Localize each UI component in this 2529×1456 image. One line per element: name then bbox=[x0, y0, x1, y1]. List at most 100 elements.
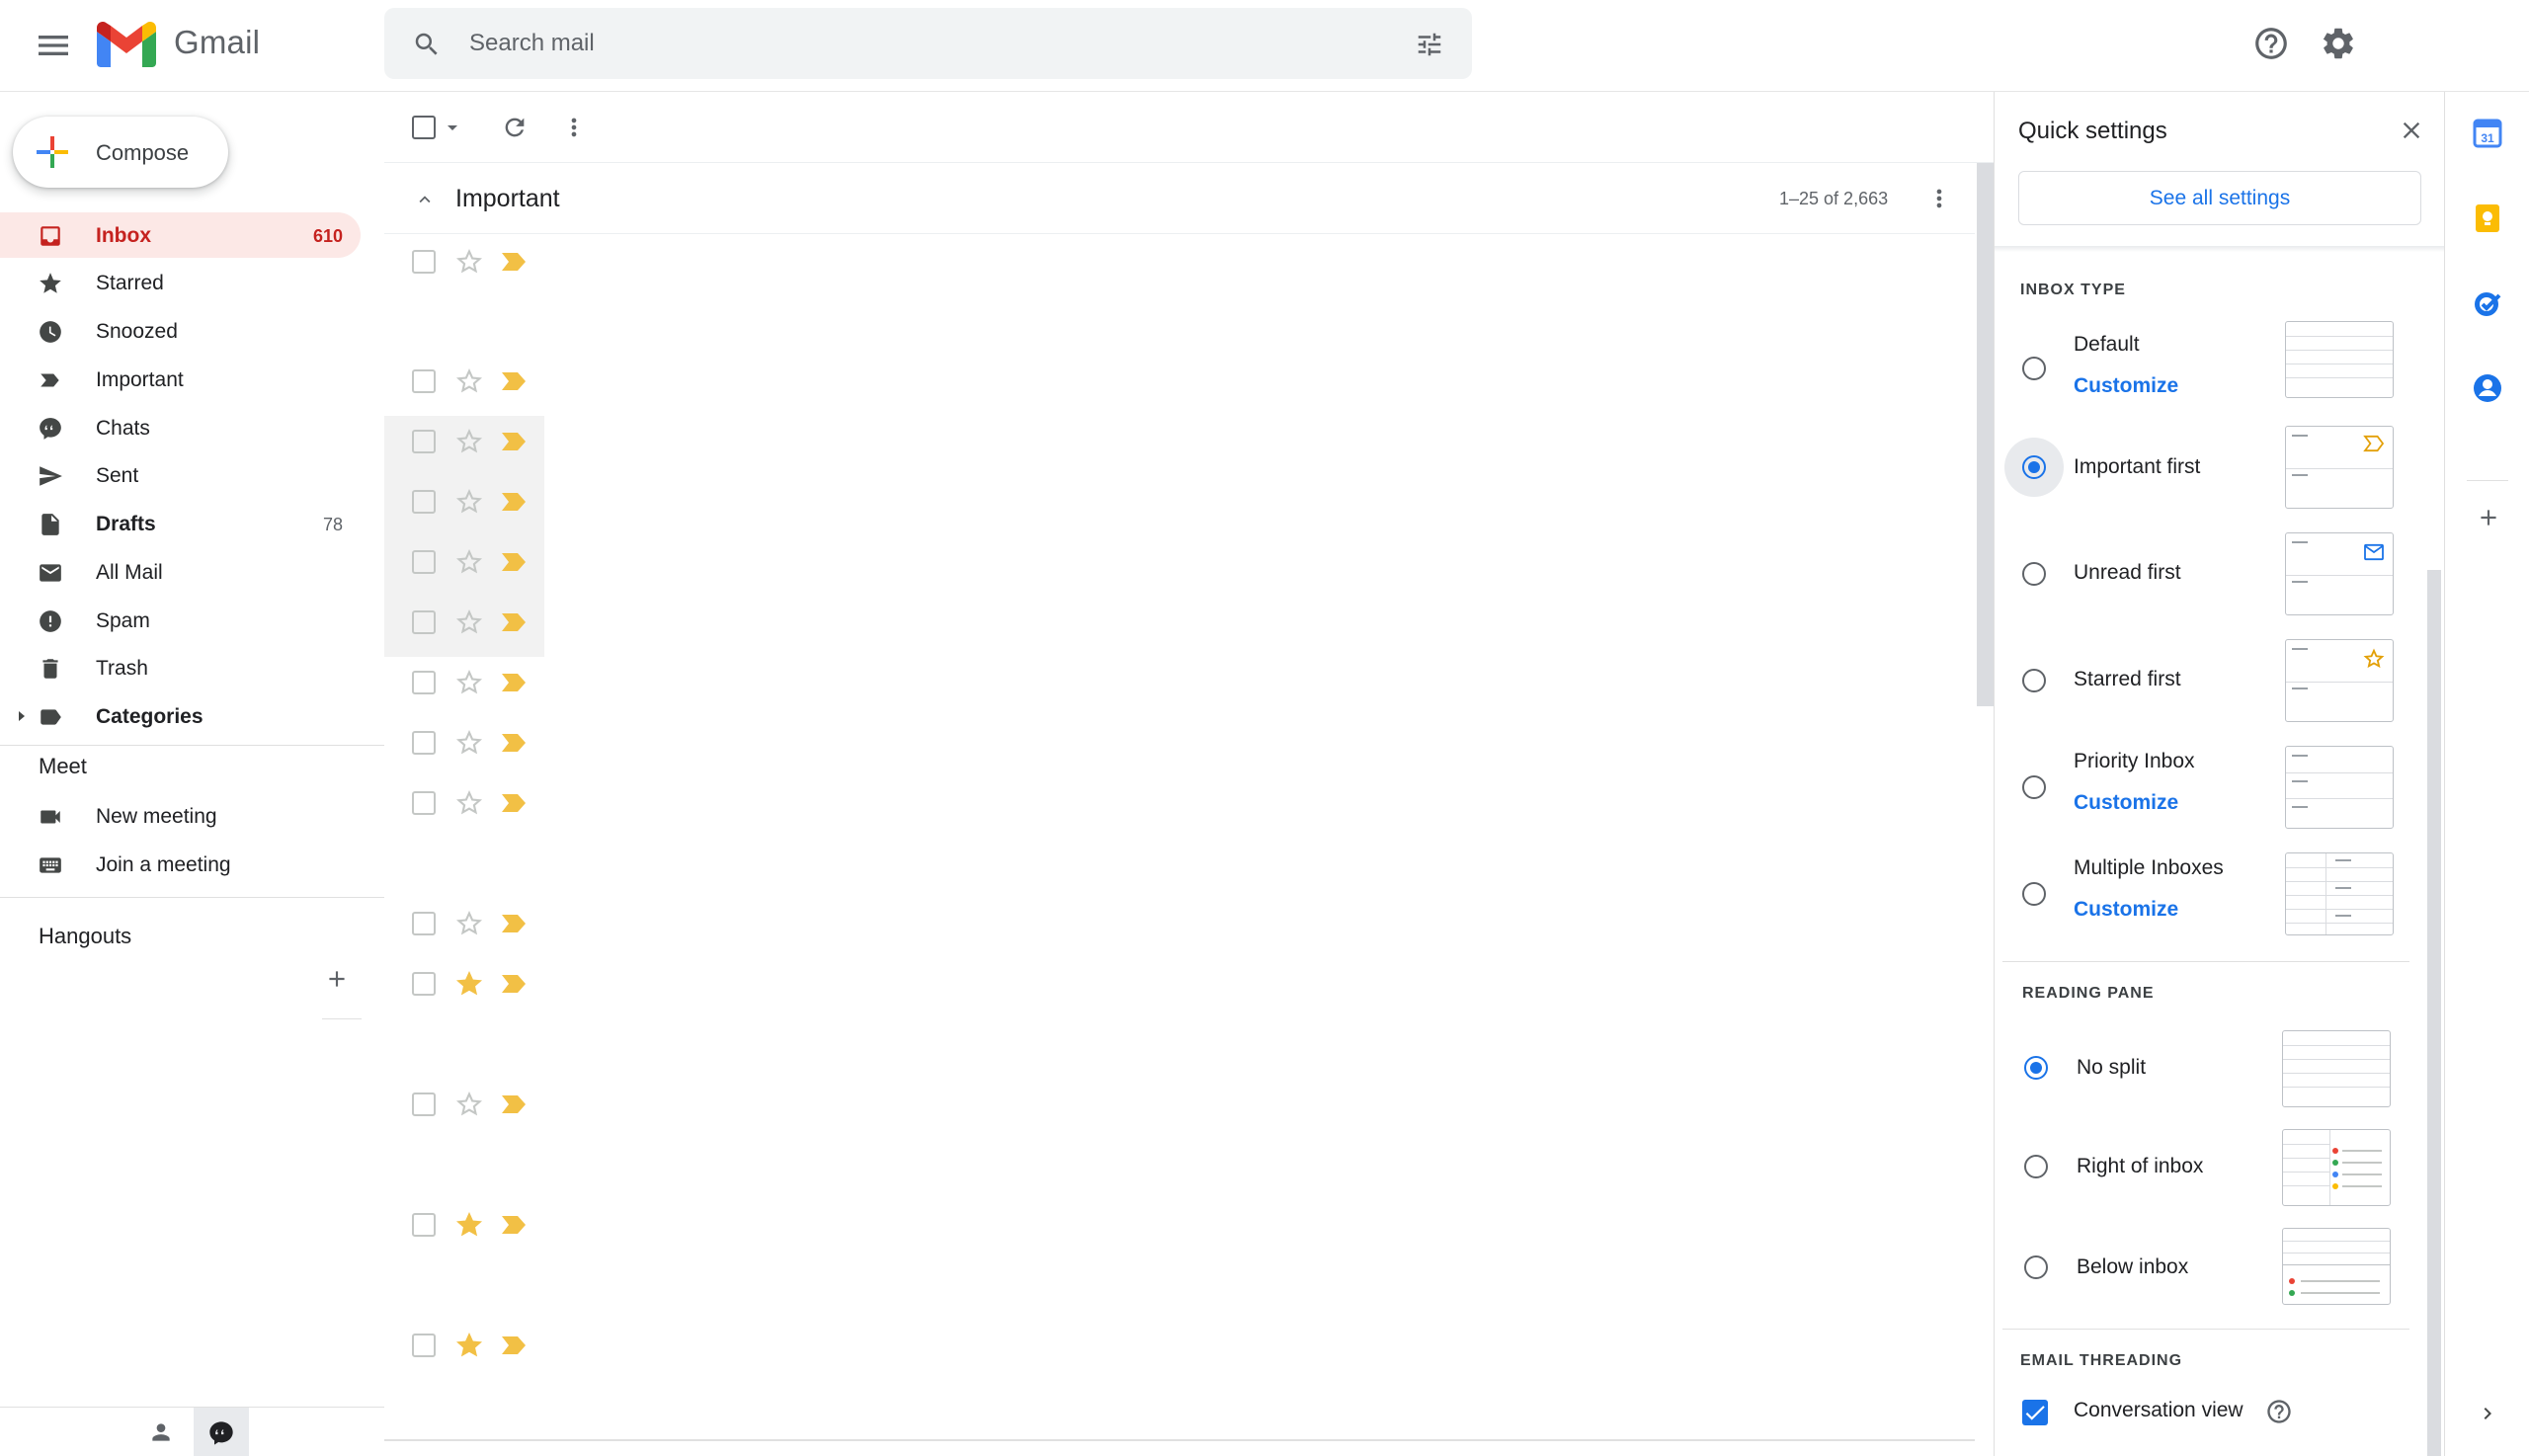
table-row[interactable] bbox=[384, 657, 544, 717]
star-icon[interactable] bbox=[455, 669, 483, 696]
tasks-icon[interactable] bbox=[2472, 287, 2503, 319]
important-marker-icon[interactable] bbox=[501, 733, 527, 753]
search-input[interactable]: Search mail bbox=[469, 30, 595, 57]
table-row[interactable] bbox=[384, 717, 544, 777]
row-checkbox[interactable] bbox=[412, 550, 436, 574]
sidebar-item-snoozed[interactable]: Snoozed bbox=[0, 308, 361, 354]
person-icon[interactable] bbox=[148, 1419, 174, 1445]
star-icon[interactable] bbox=[455, 1211, 483, 1239]
important-marker-icon[interactable] bbox=[501, 1094, 527, 1114]
sidebar-item-spam[interactable]: Spam bbox=[0, 598, 361, 643]
important-marker-icon[interactable] bbox=[501, 793, 527, 813]
radio-default[interactable] bbox=[2022, 357, 2046, 380]
important-marker-icon[interactable] bbox=[501, 1215, 527, 1235]
row-checkbox[interactable] bbox=[412, 731, 436, 755]
radio-starred-first[interactable] bbox=[2022, 669, 2046, 692]
sidebar-item-trash[interactable]: Trash bbox=[0, 645, 361, 690]
radio-below-inbox[interactable] bbox=[2024, 1255, 2048, 1279]
quick-settings-scrollbar[interactable] bbox=[2427, 570, 2441, 1456]
main-menu-button[interactable] bbox=[34, 26, 73, 65]
important-marker-icon[interactable] bbox=[501, 492, 527, 512]
help-icon[interactable] bbox=[2252, 25, 2290, 62]
row-checkbox[interactable] bbox=[412, 1092, 436, 1116]
conversation-view-checkbox[interactable] bbox=[2022, 1400, 2048, 1425]
star-icon[interactable] bbox=[455, 1332, 483, 1359]
row-checkbox[interactable] bbox=[412, 1213, 436, 1237]
search-bar[interactable]: Search mail bbox=[384, 8, 1472, 79]
search-icon[interactable] bbox=[412, 30, 442, 59]
star-icon[interactable] bbox=[455, 488, 483, 516]
important-marker-icon[interactable] bbox=[501, 252, 527, 272]
compose-button[interactable]: Compose bbox=[13, 117, 228, 188]
section-more-icon[interactable] bbox=[1925, 185, 1953, 212]
add-hangout-button[interactable] bbox=[324, 966, 350, 992]
select-all-checkbox[interactable] bbox=[412, 116, 436, 139]
sidebar-item-inbox[interactable]: Inbox 610 bbox=[0, 212, 361, 258]
help-icon[interactable] bbox=[2265, 1398, 2293, 1425]
add-addon-plus-icon[interactable] bbox=[2476, 505, 2507, 536]
more-options-icon[interactable] bbox=[560, 114, 588, 141]
table-row[interactable] bbox=[384, 958, 544, 1078]
important-marker-icon[interactable] bbox=[501, 673, 527, 692]
table-row[interactable] bbox=[384, 777, 544, 896]
radio-no-split[interactable] bbox=[2024, 1056, 2048, 1080]
refresh-icon[interactable] bbox=[501, 114, 529, 141]
radio-multiple-inboxes[interactable] bbox=[2022, 882, 2046, 906]
row-checkbox[interactable] bbox=[412, 250, 436, 274]
row-checkbox[interactable] bbox=[412, 972, 436, 996]
star-icon[interactable] bbox=[455, 789, 483, 817]
important-marker-icon[interactable] bbox=[501, 974, 527, 994]
table-row[interactable] bbox=[384, 416, 544, 476]
list-scrollbar[interactable] bbox=[1977, 163, 1994, 706]
radio-unread-first[interactable] bbox=[2022, 562, 2046, 586]
calendar-icon[interactable]: 31 bbox=[2472, 118, 2503, 149]
star-icon[interactable] bbox=[455, 1091, 483, 1118]
row-checkbox[interactable] bbox=[412, 671, 436, 694]
search-options-icon[interactable] bbox=[1415, 30, 1444, 59]
star-icon[interactable] bbox=[455, 910, 483, 937]
sidebar-item-sent[interactable]: Sent bbox=[0, 452, 361, 498]
hangouts-chat-button[interactable] bbox=[194, 1408, 249, 1456]
collapse-chevron-icon[interactable] bbox=[414, 189, 436, 210]
star-icon[interactable] bbox=[455, 248, 483, 276]
important-marker-icon[interactable] bbox=[501, 552, 527, 572]
contacts-icon[interactable] bbox=[2472, 372, 2503, 404]
expand-caret-icon[interactable] bbox=[16, 710, 28, 722]
important-marker-icon[interactable] bbox=[501, 371, 527, 391]
sidebar-item-starred[interactable]: Starred bbox=[0, 260, 361, 305]
row-checkbox[interactable] bbox=[412, 490, 436, 514]
important-marker-icon[interactable] bbox=[501, 432, 527, 451]
table-row[interactable] bbox=[384, 597, 544, 657]
star-icon[interactable] bbox=[455, 548, 483, 576]
table-row[interactable] bbox=[384, 1079, 544, 1198]
new-meeting-button[interactable]: New meeting bbox=[0, 793, 361, 839]
row-checkbox[interactable] bbox=[412, 1334, 436, 1357]
important-marker-icon[interactable] bbox=[501, 914, 527, 933]
star-icon[interactable] bbox=[455, 367, 483, 395]
table-row[interactable] bbox=[384, 1199, 544, 1319]
sidebar-item-drafts[interactable]: Drafts 78 bbox=[0, 501, 361, 546]
sidebar-item-categories[interactable]: Categories bbox=[0, 693, 361, 739]
customize-link[interactable]: Customize bbox=[2074, 374, 2178, 398]
star-icon[interactable] bbox=[455, 970, 483, 998]
join-meeting-button[interactable]: Join a meeting bbox=[0, 842, 361, 887]
table-row[interactable] bbox=[384, 536, 544, 597]
radio-right-of-inbox[interactable] bbox=[2024, 1155, 2048, 1178]
keep-icon[interactable] bbox=[2472, 202, 2503, 234]
star-icon[interactable] bbox=[455, 428, 483, 455]
row-checkbox[interactable] bbox=[412, 610, 436, 634]
see-all-settings-button[interactable]: See all settings bbox=[2018, 171, 2421, 225]
expand-panel-chevron-icon[interactable] bbox=[2476, 1402, 2507, 1433]
sidebar-item-chats[interactable]: Chats bbox=[0, 405, 361, 450]
customize-link[interactable]: Customize bbox=[2074, 791, 2178, 815]
row-checkbox[interactable] bbox=[412, 430, 436, 453]
row-checkbox[interactable] bbox=[412, 369, 436, 393]
table-row[interactable] bbox=[384, 898, 544, 958]
select-dropdown-icon[interactable] bbox=[446, 123, 459, 133]
star-icon[interactable] bbox=[455, 729, 483, 757]
important-marker-icon[interactable] bbox=[501, 1335, 527, 1355]
radio-important-first[interactable] bbox=[2022, 455, 2046, 479]
star-icon[interactable] bbox=[455, 608, 483, 636]
row-checkbox[interactable] bbox=[412, 791, 436, 815]
important-marker-icon[interactable] bbox=[501, 612, 527, 632]
